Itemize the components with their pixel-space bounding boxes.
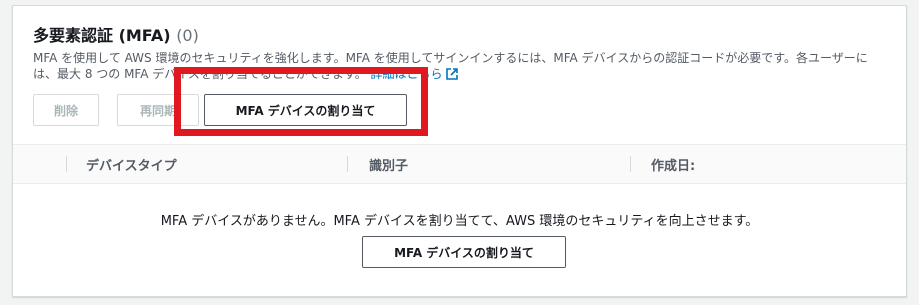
column-header-device-type[interactable]: デバイスタイプ [86, 145, 177, 183]
mfa-panel: 多要素認証 (MFA) (0) MFA を使用して AWS 環境のセキュリティを… [12, 5, 907, 297]
empty-state-assign-button[interactable]: MFA デバイスの割り当て [362, 236, 566, 268]
section-title: 多要素認証 (MFA) (0) [33, 24, 886, 48]
section-description: MFA を使用して AWS 環境のセキュリティを強化します。MFA を使用してサ… [33, 50, 883, 82]
column-header-identifier[interactable]: 識別子 [369, 145, 408, 183]
empty-state-message: MFA デバイスがありません。MFA デバイスを割り当てて、AWS 環境のセキュ… [160, 214, 759, 229]
column-divider [630, 156, 631, 172]
learn-more-label: 詳細はこちら [370, 67, 443, 81]
external-link-icon [445, 68, 458, 80]
panel-header: 多要素認証 (MFA) (0) MFA を使用して AWS 環境のセキュリティを… [33, 24, 886, 82]
device-count: (0) [176, 26, 199, 45]
column-divider [347, 156, 348, 172]
learn-more-link[interactable]: 詳細はこちら [371, 67, 458, 81]
delete-button[interactable]: 削除 [33, 94, 99, 126]
assign-mfa-device-button[interactable]: MFA デバイスの割り当て [204, 94, 407, 126]
table-header: デバイスタイプ 識別子 作成日: [13, 144, 906, 184]
column-divider [66, 156, 67, 172]
resync-button[interactable]: 再同期 [117, 94, 199, 126]
column-header-created-date[interactable]: 作成日: [651, 145, 695, 183]
section-title-text: 多要素認証 (MFA) [33, 26, 171, 45]
